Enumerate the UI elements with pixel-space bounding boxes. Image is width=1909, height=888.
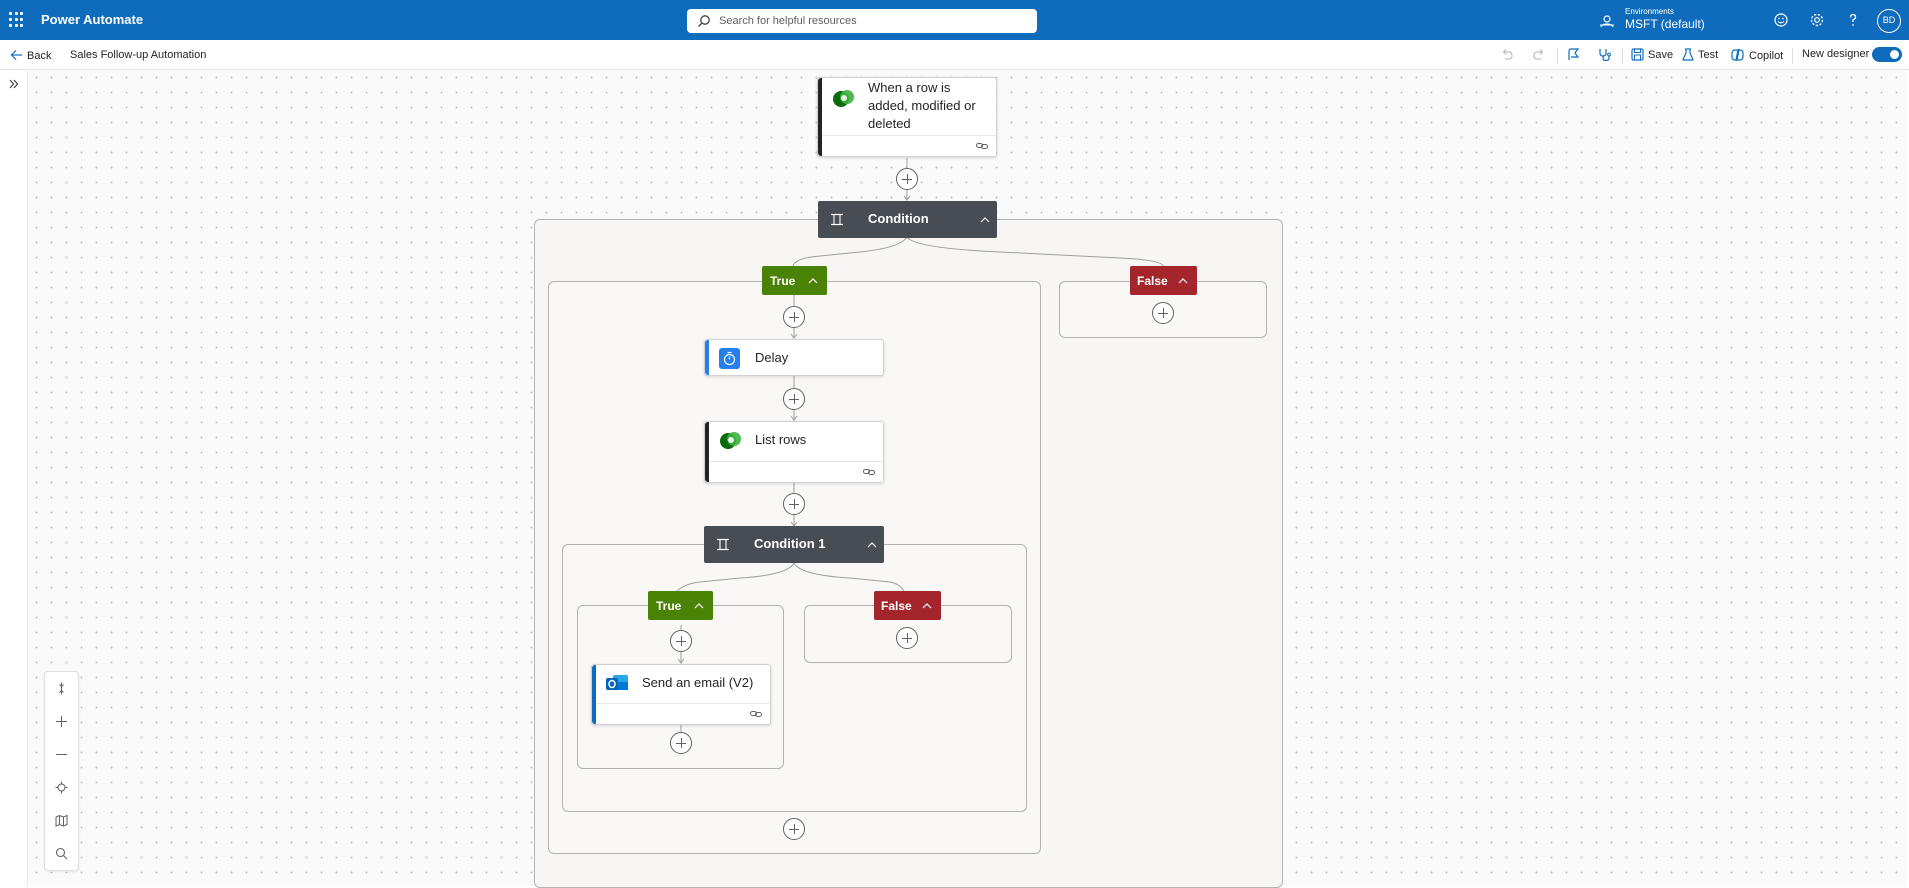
insert-step-button[interactable] xyxy=(1152,302,1174,324)
flow-name: Sales Follow-up Automation xyxy=(70,49,207,61)
undo-icon[interactable] xyxy=(1500,48,1514,62)
zoom-in-button[interactable] xyxy=(45,705,78,738)
timer-icon xyxy=(719,348,740,369)
help-icon[interactable] xyxy=(1845,12,1861,28)
card-footer xyxy=(709,461,883,482)
new-designer-toggle[interactable] xyxy=(1872,47,1902,62)
new-designer-label: New designer xyxy=(1802,48,1870,60)
chevron-up-icon[interactable] xyxy=(922,602,932,609)
search-icon xyxy=(698,15,710,27)
zoom-controls xyxy=(44,671,79,871)
center-icon xyxy=(55,781,68,794)
search-canvas-button[interactable] xyxy=(45,837,78,870)
true-branch-tag[interactable]: True xyxy=(762,266,827,295)
condition-title: Condition xyxy=(868,211,929,226)
true-label: True xyxy=(656,599,682,613)
test-button[interactable]: Test xyxy=(1682,48,1718,61)
chevron-up-icon[interactable] xyxy=(980,216,990,223)
link-icon xyxy=(750,711,762,717)
stethoscope-icon[interactable] xyxy=(1597,48,1612,62)
insert-step-button[interactable] xyxy=(670,732,692,754)
app-title[interactable]: Power Automate xyxy=(41,12,143,27)
divider xyxy=(1622,48,1623,64)
trigger-title: When a row is added, modified or deleted xyxy=(868,80,976,131)
center-view-button[interactable] xyxy=(45,771,78,804)
false-branch-tag[interactable]: False xyxy=(1130,266,1197,295)
search-input[interactable]: Search for helpful resources xyxy=(687,9,1037,33)
condition-icon xyxy=(717,538,729,551)
zoom-in-icon xyxy=(56,716,67,727)
save-icon xyxy=(1631,48,1644,61)
condition-card[interactable]: Condition xyxy=(818,201,997,238)
divider xyxy=(1557,48,1558,64)
copilot-label: Copilot xyxy=(1749,50,1784,62)
settings-gear-icon[interactable] xyxy=(1809,12,1825,28)
command-bar: Back Sales Follow-up Automation Save Tes… xyxy=(0,40,1909,70)
list-rows-card[interactable]: List rows xyxy=(704,421,884,483)
insert-step-button[interactable] xyxy=(783,818,805,840)
send-email-card[interactable]: Send an email (V2) xyxy=(591,664,771,725)
condition1-card[interactable]: Condition 1 xyxy=(704,526,884,563)
arrow-left-icon xyxy=(10,50,22,60)
chevron-up-icon[interactable] xyxy=(1178,277,1188,284)
search-icon xyxy=(55,847,68,860)
condition1-false-tag[interactable]: False xyxy=(874,591,941,620)
environment-picker[interactable]: MSFT (default) xyxy=(1625,17,1705,31)
insert-step-button[interactable] xyxy=(670,630,692,652)
outlook-icon xyxy=(606,675,628,690)
chevron-up-icon[interactable] xyxy=(808,277,818,284)
copilot-icon xyxy=(1731,49,1744,61)
insert-step-button[interactable] xyxy=(783,306,805,328)
app-header: Power Automate Search for helpful resour… xyxy=(0,0,1909,40)
insert-step-button[interactable] xyxy=(783,388,805,410)
card-accent-bar xyxy=(705,340,709,375)
environment-label: Environments xyxy=(1625,7,1674,16)
link-icon xyxy=(976,143,988,149)
false-label: False xyxy=(1137,274,1168,288)
fit-view-icon xyxy=(59,682,64,695)
list-rows-title: List rows xyxy=(755,432,807,447)
feedback-smiley-icon[interactable] xyxy=(1773,12,1789,28)
app-launcher-icon[interactable] xyxy=(9,12,25,28)
zoom-out-button[interactable] xyxy=(45,738,78,771)
save-label: Save xyxy=(1648,49,1674,61)
left-rail xyxy=(0,70,28,886)
minimap-icon xyxy=(55,814,68,827)
condition1-true-tag[interactable]: True xyxy=(648,591,713,620)
minimap-button[interactable] xyxy=(45,804,78,837)
search-placeholder: Search for helpful resources xyxy=(719,15,857,27)
dataverse-icon xyxy=(720,432,741,449)
redo-icon[interactable] xyxy=(1532,48,1546,62)
fit-view-button[interactable] xyxy=(45,672,78,705)
chevron-up-icon[interactable] xyxy=(694,602,704,609)
flow-checker-icon[interactable] xyxy=(1567,48,1582,62)
card-footer xyxy=(596,703,770,724)
copilot-button[interactable]: Copilot xyxy=(1730,48,1783,62)
link-icon xyxy=(863,469,875,475)
test-label: Test xyxy=(1698,49,1719,61)
beaker-icon xyxy=(1682,48,1694,61)
false-label: False xyxy=(881,599,912,613)
send-email-title: Send an email (V2) xyxy=(642,675,754,690)
condition-icon xyxy=(831,213,843,226)
insert-step-button[interactable] xyxy=(783,493,805,515)
insert-step-button[interactable] xyxy=(896,168,918,190)
expand-chevrons-icon[interactable] xyxy=(9,79,19,89)
environment-icon xyxy=(1600,15,1614,28)
trigger-card[interactable]: When a row is added, modified or deleted xyxy=(817,77,997,157)
true-label: True xyxy=(770,274,796,288)
delay-title: Delay xyxy=(755,350,789,365)
back-button[interactable]: Back xyxy=(10,49,51,62)
user-avatar[interactable]: BD xyxy=(1877,9,1901,33)
dataverse-icon xyxy=(833,90,854,107)
insert-step-button[interactable] xyxy=(896,627,918,649)
condition1-title: Condition 1 xyxy=(754,536,826,551)
chevron-up-icon[interactable] xyxy=(867,541,877,548)
delay-card[interactable]: Delay xyxy=(704,339,884,376)
divider xyxy=(1792,48,1793,64)
card-footer xyxy=(822,135,996,156)
zoom-out-icon xyxy=(56,754,67,755)
save-button[interactable]: Save xyxy=(1631,48,1673,61)
back-label: Back xyxy=(27,50,52,62)
